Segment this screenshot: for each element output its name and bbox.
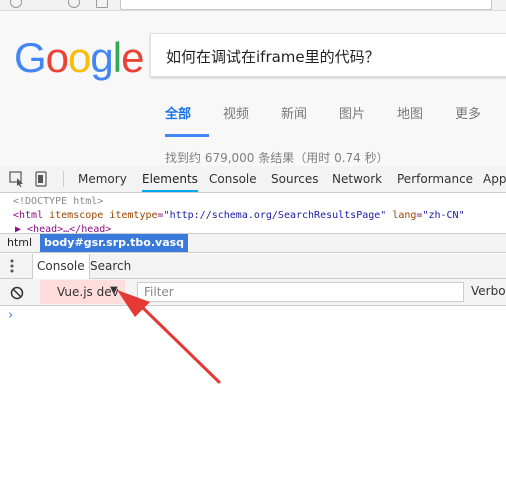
logo-letter: G (14, 34, 47, 81)
tab-all[interactable]: 全部 (165, 103, 191, 122)
attr-itemtype-value: "http://schema.org/SearchResultsPage" (163, 210, 387, 221)
tab-console[interactable]: Console (209, 166, 257, 192)
html-tag: <html (13, 210, 50, 221)
logo-letter: g (90, 34, 113, 81)
attr-itemtype: itemtype (109, 210, 158, 221)
active-tab-underline (165, 134, 209, 137)
logo-letter: l (112, 34, 122, 81)
head-collapsed-line[interactable]: ▶ <head>…</head> (15, 223, 111, 233)
logo-letter: o (68, 34, 91, 81)
inspect-element-icon[interactable] (9, 171, 25, 191)
drawer-tabs: Console Search (0, 254, 506, 279)
home-icon[interactable] (96, 0, 108, 8)
attr-lang-value: "zh-CN" (422, 210, 465, 221)
tab-memory[interactable]: Memory (78, 166, 127, 192)
tab-network[interactable]: Network (332, 166, 382, 192)
elements-dom-tree[interactable]: <!DOCTYPE html> <html itemscope itemtype… (0, 193, 506, 233)
search-query[interactable]: 如何在调试在iframe里的代码？ (166, 46, 380, 67)
drawer-tab-console[interactable]: Console (32, 254, 90, 279)
toolbar-separator (63, 171, 64, 187)
more-menu-icon[interactable] (9, 258, 15, 278)
result-stats: 找到约 679,000 条结果（用时 0.74 秒） (165, 151, 389, 165)
logo-letter: e (121, 34, 144, 81)
context-selector[interactable]: Vue.js dev ▼ (40, 280, 125, 304)
dom-breadcrumb: html body#gsr.srp.tbo.vasq (0, 233, 506, 253)
drawer-tab-search[interactable]: Search (86, 254, 135, 278)
log-level-select[interactable]: Verbos (471, 284, 506, 298)
address-bar[interactable] (120, 0, 492, 10)
clear-console-icon[interactable] (10, 285, 24, 304)
console-output[interactable]: › (0, 306, 506, 504)
tab-images[interactable]: 图片 (339, 103, 365, 122)
tab-sources[interactable]: Sources (271, 166, 318, 192)
browser-top-strip (0, 0, 506, 11)
chevron-down-icon: ▼ (110, 285, 118, 296)
tab-maps[interactable]: 地图 (397, 103, 423, 122)
google-logo[interactable]: Google (14, 34, 144, 82)
breadcrumb-body[interactable]: body#gsr.srp.tbo.vasq (40, 234, 189, 252)
tab-performance[interactable]: Performance (397, 166, 473, 192)
tab-elements[interactable]: Elements (142, 166, 198, 192)
breadcrumb-html[interactable]: html (3, 234, 36, 252)
tab-video[interactable]: 视频 (223, 103, 249, 122)
filter-placeholder: Filter (144, 285, 174, 299)
html-open-tag-line[interactable]: <html itemscope itemtype="http://schema.… (13, 209, 465, 223)
console-prompt[interactable]: › (8, 308, 13, 323)
logo-letter: o (45, 34, 69, 81)
console-filter-input[interactable]: Filter (137, 282, 464, 302)
back-icon[interactable] (10, 0, 22, 8)
device-toolbar-icon[interactable] (35, 171, 49, 191)
tab-news[interactable]: 新闻 (281, 103, 307, 122)
attr-lang: lang (386, 210, 417, 221)
attr-itemscope: itemscope (49, 210, 110, 221)
console-toolbar: Vue.js dev ▼ Filter Verbos (0, 279, 506, 306)
google-results-header: Google 如何在调试在iframe里的代码？ 全部 视频 新闻 图片 地图 … (0, 11, 506, 167)
reload-icon[interactable] (68, 0, 80, 8)
tab-application[interactable]: App (483, 166, 506, 192)
devtools-toolbar: Memory Elements Console Sources Network … (0, 166, 506, 193)
search-box[interactable]: 如何在调试在iframe里的代码？ (150, 33, 506, 77)
doctype-line[interactable]: <!DOCTYPE html> (13, 195, 103, 209)
tab-more[interactable]: 更多 (455, 103, 481, 122)
